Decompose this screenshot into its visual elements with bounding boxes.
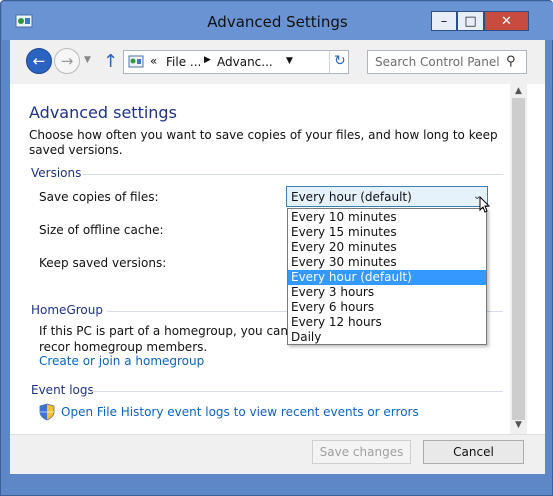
cancel-button[interactable]: Cancel: [423, 440, 524, 464]
scroll-thumb[interactable]: [512, 98, 525, 420]
recent-locations-icon[interactable]: ▼: [84, 55, 91, 65]
select-value: Every hour (default): [291, 190, 412, 204]
window: Advanced Settings – □ ✕ ← → ▼ ↑ « File .…: [0, 0, 553, 496]
dropdown-option[interactable]: Every 15 minutes: [288, 225, 486, 240]
versions-group-label: Versions: [31, 166, 82, 180]
dropdown-option[interactable]: Every 3 hours: [288, 285, 486, 300]
scroll-down-icon[interactable]: ▼: [510, 420, 527, 430]
shield-icon: [39, 403, 55, 421]
address-dropdown-icon[interactable]: ▼: [286, 56, 293, 66]
vertical-scrollbar[interactable]: ▲ ▼: [510, 84, 527, 434]
dropdown-option[interactable]: Every 20 minutes: [288, 240, 486, 255]
offline-cache-label: Size of offline cache:: [39, 223, 164, 237]
page-title: Advanced settings: [29, 103, 177, 122]
title-bar[interactable]: Advanced Settings – □ ✕: [2, 2, 553, 40]
versions-divider: [83, 174, 503, 175]
mouse-cursor-icon: [479, 195, 491, 214]
refresh-icon[interactable]: ↻: [334, 53, 346, 69]
maximize-button[interactable]: □: [457, 11, 484, 31]
search-icon[interactable]: ⚲: [506, 54, 516, 69]
frequency-dropdown-list: Every 10 minutes Every 15 minutes Every …: [287, 208, 487, 345]
close-button[interactable]: ✕: [484, 11, 529, 31]
dropdown-option-selected[interactable]: Every hour (default): [288, 270, 486, 285]
save-changes-button[interactable]: Save changes: [312, 440, 411, 464]
dropdown-option[interactable]: Every 6 hours: [288, 300, 486, 315]
address-overflow-icon[interactable]: «: [150, 54, 157, 68]
search-placeholder: Search Control Panel: [375, 55, 500, 69]
dropdown-option[interactable]: Every 12 hours: [288, 315, 486, 330]
eventlogs-divider: [90, 391, 503, 392]
dropdown-option[interactable]: Every 30 minutes: [288, 255, 486, 270]
up-arrow-icon[interactable]: ↑: [103, 51, 118, 72]
event-logs-link[interactable]: Open File History event logs to view rec…: [61, 405, 419, 419]
save-copies-label: Save copies of files:: [39, 190, 159, 204]
save-frequency-select[interactable]: Every hour (default) ⌄: [286, 186, 488, 207]
search-input[interactable]: Search Control Panel ⚲: [367, 50, 527, 74]
back-button[interactable]: ←: [26, 48, 52, 74]
dropdown-option[interactable]: Daily: [288, 330, 486, 345]
breadcrumb-separator-icon[interactable]: ▶: [204, 55, 211, 65]
minimize-button[interactable]: –: [431, 11, 457, 31]
address-divider: [329, 51, 330, 73]
forward-button[interactable]: →: [54, 48, 80, 74]
keep-versions-label: Keep saved versions:: [39, 256, 167, 270]
control-panel-icon: [128, 54, 144, 70]
breadcrumb-file-history[interactable]: File ...: [166, 55, 201, 69]
footer-bar: Save changes Cancel: [10, 434, 545, 474]
homegroup-group-label: HomeGroup: [31, 303, 103, 317]
navigation-bar: ← → ▼ ↑ « File ... ▶ Advanc... ▼ ↻ Searc…: [10, 40, 545, 84]
page-description: Choose how often you want to save copies…: [29, 128, 498, 157]
homegroup-description: If this PC is part of a homegroup, you c…: [39, 324, 289, 354]
dropdown-option[interactable]: Every 10 minutes: [288, 210, 486, 225]
address-bar[interactable]: « File ... ▶ Advanc... ▼ ↻: [123, 50, 349, 74]
create-homegroup-link[interactable]: Create or join a homegroup: [39, 354, 204, 368]
breadcrumb-advanced[interactable]: Advanc...: [217, 55, 273, 69]
scroll-up-icon[interactable]: ▲: [510, 86, 527, 96]
eventlogs-group-label: Event logs: [31, 383, 94, 397]
